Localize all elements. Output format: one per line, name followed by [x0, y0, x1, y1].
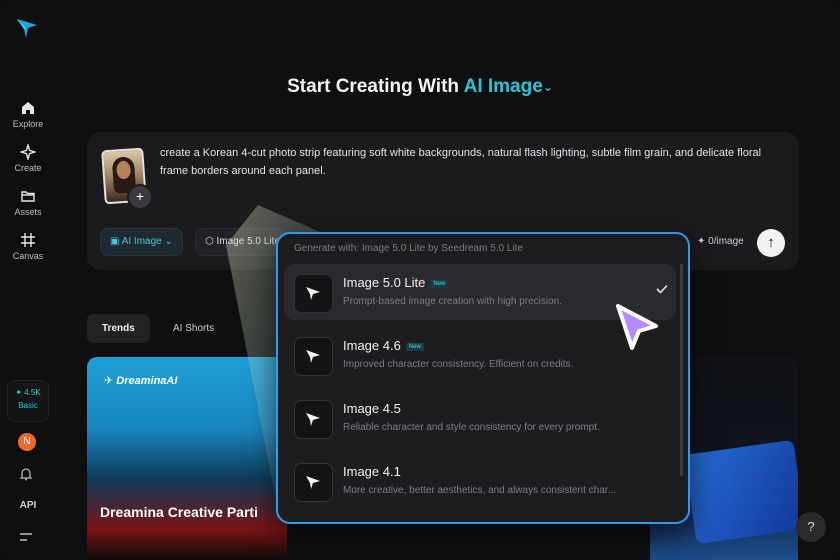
add-reference-button[interactable]: +	[127, 184, 153, 210]
model-option-name: Image 4.5	[343, 401, 401, 416]
model-tile	[294, 463, 333, 502]
model-option[interactable]: Image 4.1 More creative, better aestheti…	[284, 453, 676, 509]
sidebar-item-explore[interactable]: Explore	[0, 100, 56, 129]
sidebar-item-create[interactable]: Create	[0, 144, 56, 173]
model-option-label: Image 5.0 Lite	[343, 275, 426, 290]
dropdown-header: Generate with: Image 5.0 Lite by Seedrea…	[294, 243, 524, 254]
title-accent[interactable]: AI Image	[464, 76, 543, 97]
new-badge: New	[405, 342, 424, 351]
tab-ai-shorts[interactable]: AI Shorts	[158, 314, 229, 343]
gallery-card[interactable]: ✈ DreaminaAI Dreamina Creative Parti	[87, 357, 287, 560]
cost-label: ✦ 0/image	[697, 236, 744, 247]
dreamina-glyph-icon	[306, 413, 320, 426]
dreamina-glyph-icon	[306, 350, 320, 363]
model-tile	[294, 337, 333, 376]
chevron-down-icon[interactable]: ⌄	[543, 80, 553, 94]
sidebar-item-canvas[interactable]: Canvas	[0, 232, 56, 261]
home-icon	[22, 102, 34, 114]
model-option-label: Image 4.5	[343, 401, 401, 416]
grid-icon	[21, 233, 35, 247]
model-chip-label: Image 5.0 Lite	[216, 236, 280, 247]
model-tile	[294, 400, 333, 439]
model-tile	[294, 274, 333, 313]
dropdown-scrollbar[interactable]	[680, 264, 683, 476]
model-option-desc: More creative, better aesthetics, and al…	[343, 485, 616, 496]
brand-label: DreaminaAI	[116, 375, 178, 387]
sidebar-item-label: Canvas	[12, 251, 44, 261]
sidebar-item-label: Explore	[12, 119, 44, 129]
app-window: Explore Create Assets Canvas ✦ 4.5K Basi…	[0, 0, 840, 560]
model-select-chip[interactable]: ⬡ Image 5.0 Lite	[195, 228, 285, 256]
model-option[interactable]: Image 4.5 Reliable character and style c…	[284, 390, 676, 446]
model-option-desc: Prompt-based image creation with high pr…	[343, 296, 562, 307]
mode-chip-label: AI Image	[121, 236, 162, 247]
prompt-input[interactable]: create a Korean 4-cut photo strip featur…	[160, 144, 790, 180]
menu-icon[interactable]	[19, 532, 33, 542]
sidebar-item-label: Assets	[14, 207, 42, 217]
title-prefix: Start Creating With	[287, 76, 460, 97]
model-option-name: Image 5.0 Lite New	[343, 275, 449, 290]
mode-select-chip[interactable]: ▣ AI Image ⌄	[100, 228, 183, 256]
image-icon: ▣	[110, 236, 120, 247]
model-option-desc: Improved character consistency. Efficien…	[343, 359, 574, 370]
bell-icon[interactable]	[19, 467, 33, 481]
new-badge: New	[430, 279, 449, 288]
help-button[interactable]: ?	[796, 512, 826, 542]
arrow-up-icon: ↑	[767, 234, 775, 251]
gallery-caption: Dreamina Creative Parti	[100, 504, 258, 520]
folder-icon	[21, 191, 35, 202]
brand-watermark: ✈ DreaminaAI	[104, 375, 178, 387]
credits-value: ✦ 4.5K	[15, 388, 41, 397]
plan-label: Basic	[18, 401, 38, 410]
credits-badge[interactable]: ✦ 4.5K Basic	[7, 380, 49, 422]
sidebar-item-assets[interactable]: Assets	[0, 188, 56, 217]
model-option-desc: Reliable character and style consistency…	[343, 422, 600, 433]
avatar[interactable]: N	[18, 433, 36, 451]
generate-button[interactable]: ↑	[757, 229, 785, 257]
tab-trends[interactable]: Trends	[87, 314, 150, 343]
model-option-name: Image 4.1	[343, 464, 401, 479]
pointer-cursor-icon	[616, 304, 658, 350]
help-icon: ?	[807, 519, 815, 534]
dashboard-illustration	[684, 439, 798, 545]
model-option-name: Image 4.6 New	[343, 338, 424, 353]
sparkle-icon	[20, 144, 36, 160]
model-option-label: Image 4.1	[343, 464, 401, 479]
sidebar-item-label: Create	[14, 163, 42, 173]
cube-icon: ⬡	[205, 236, 214, 247]
api-link[interactable]: API	[0, 500, 56, 511]
check-icon	[656, 284, 668, 294]
model-dropdown: Generate with: Image 5.0 Lite by Seedrea…	[276, 232, 690, 524]
dreamina-logo-icon[interactable]	[15, 16, 39, 40]
chevron-down-icon: ⌄	[164, 236, 173, 247]
model-option-label: Image 4.6	[343, 338, 401, 353]
page-title: Start Creating With AI Image⌄	[0, 76, 840, 98]
dreamina-glyph-icon	[306, 476, 320, 489]
dreamina-glyph-icon	[306, 287, 320, 300]
